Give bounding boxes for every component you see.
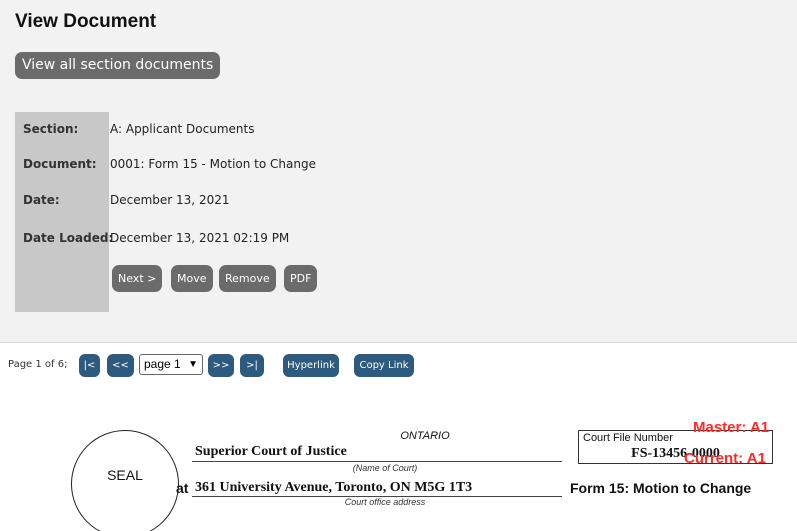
meta-row-document: Document: 0001: Form 15 - Motion to Chan… [0, 157, 500, 177]
current-stamp: Current: A1 [684, 450, 766, 467]
court-name-caption: (Name of Court) [352, 463, 418, 473]
meta-label: Date: [23, 193, 60, 207]
page-count-text: Page 1 of 6; [8, 359, 68, 370]
court-name-underline [192, 461, 562, 462]
court-file-number-label: Court File Number [583, 432, 673, 444]
meta-label: Document: [23, 157, 97, 171]
jurisdiction-label: ONTARIO [400, 430, 450, 442]
document-details-panel: View Document View all section documents… [0, 0, 797, 342]
remove-button[interactable]: Remove [219, 265, 276, 292]
next-button[interactable]: Next > [112, 265, 163, 292]
meta-value: December 13, 2021 [110, 193, 230, 207]
page-select-value: page 1 [144, 357, 181, 371]
first-page-button[interactable]: |< [79, 354, 100, 377]
chevron-down-icon: ▼ [188, 359, 198, 370]
page-select[interactable]: page 1 ▼ [139, 354, 203, 375]
view-all-section-documents-button[interactable]: View all section documents [15, 52, 221, 79]
meta-value: 0001: Form 15 - Motion to Change [110, 157, 316, 171]
move-button[interactable]: Move [171, 265, 213, 292]
hyperlink-button[interactable]: Hyperlink [283, 354, 339, 377]
meta-label: Date Loaded: [23, 231, 114, 245]
master-stamp: Master: A1 [693, 419, 770, 436]
meta-row-section: Section: A: Applicant Documents [0, 122, 500, 142]
meta-value: A: Applicant Documents [110, 122, 255, 136]
at-label: at [176, 480, 189, 496]
pager-toolbar: Page 1 of 6; |< << page 1 ▼ >> >| Hyperl… [0, 343, 797, 390]
next-page-button[interactable]: >> [208, 354, 234, 377]
meta-row-date-loaded: Date Loaded: December 13, 2021 02:19 PM [0, 231, 500, 251]
meta-value: December 13, 2021 02:19 PM [110, 231, 290, 245]
last-page-button[interactable]: >| [240, 354, 264, 377]
previous-page-button[interactable]: << [107, 354, 134, 377]
form-title: Form 15: Motion to Change [570, 480, 752, 496]
meta-row-date: Date: December 13, 2021 [0, 193, 500, 213]
pdf-button[interactable]: PDF [284, 265, 318, 292]
page-title: View Document [15, 11, 157, 32]
seal-label: SEAL [107, 467, 143, 483]
court-address: 361 University Avenue, Toronto, ON M5G 1… [195, 480, 473, 495]
court-name: Superior Court of Justice [195, 444, 347, 459]
seal-circle: SEAL [71, 430, 179, 531]
copy-link-button[interactable]: Copy Link [354, 354, 414, 377]
address-caption: Court office address [344, 497, 426, 507]
meta-label: Section: [23, 122, 79, 136]
